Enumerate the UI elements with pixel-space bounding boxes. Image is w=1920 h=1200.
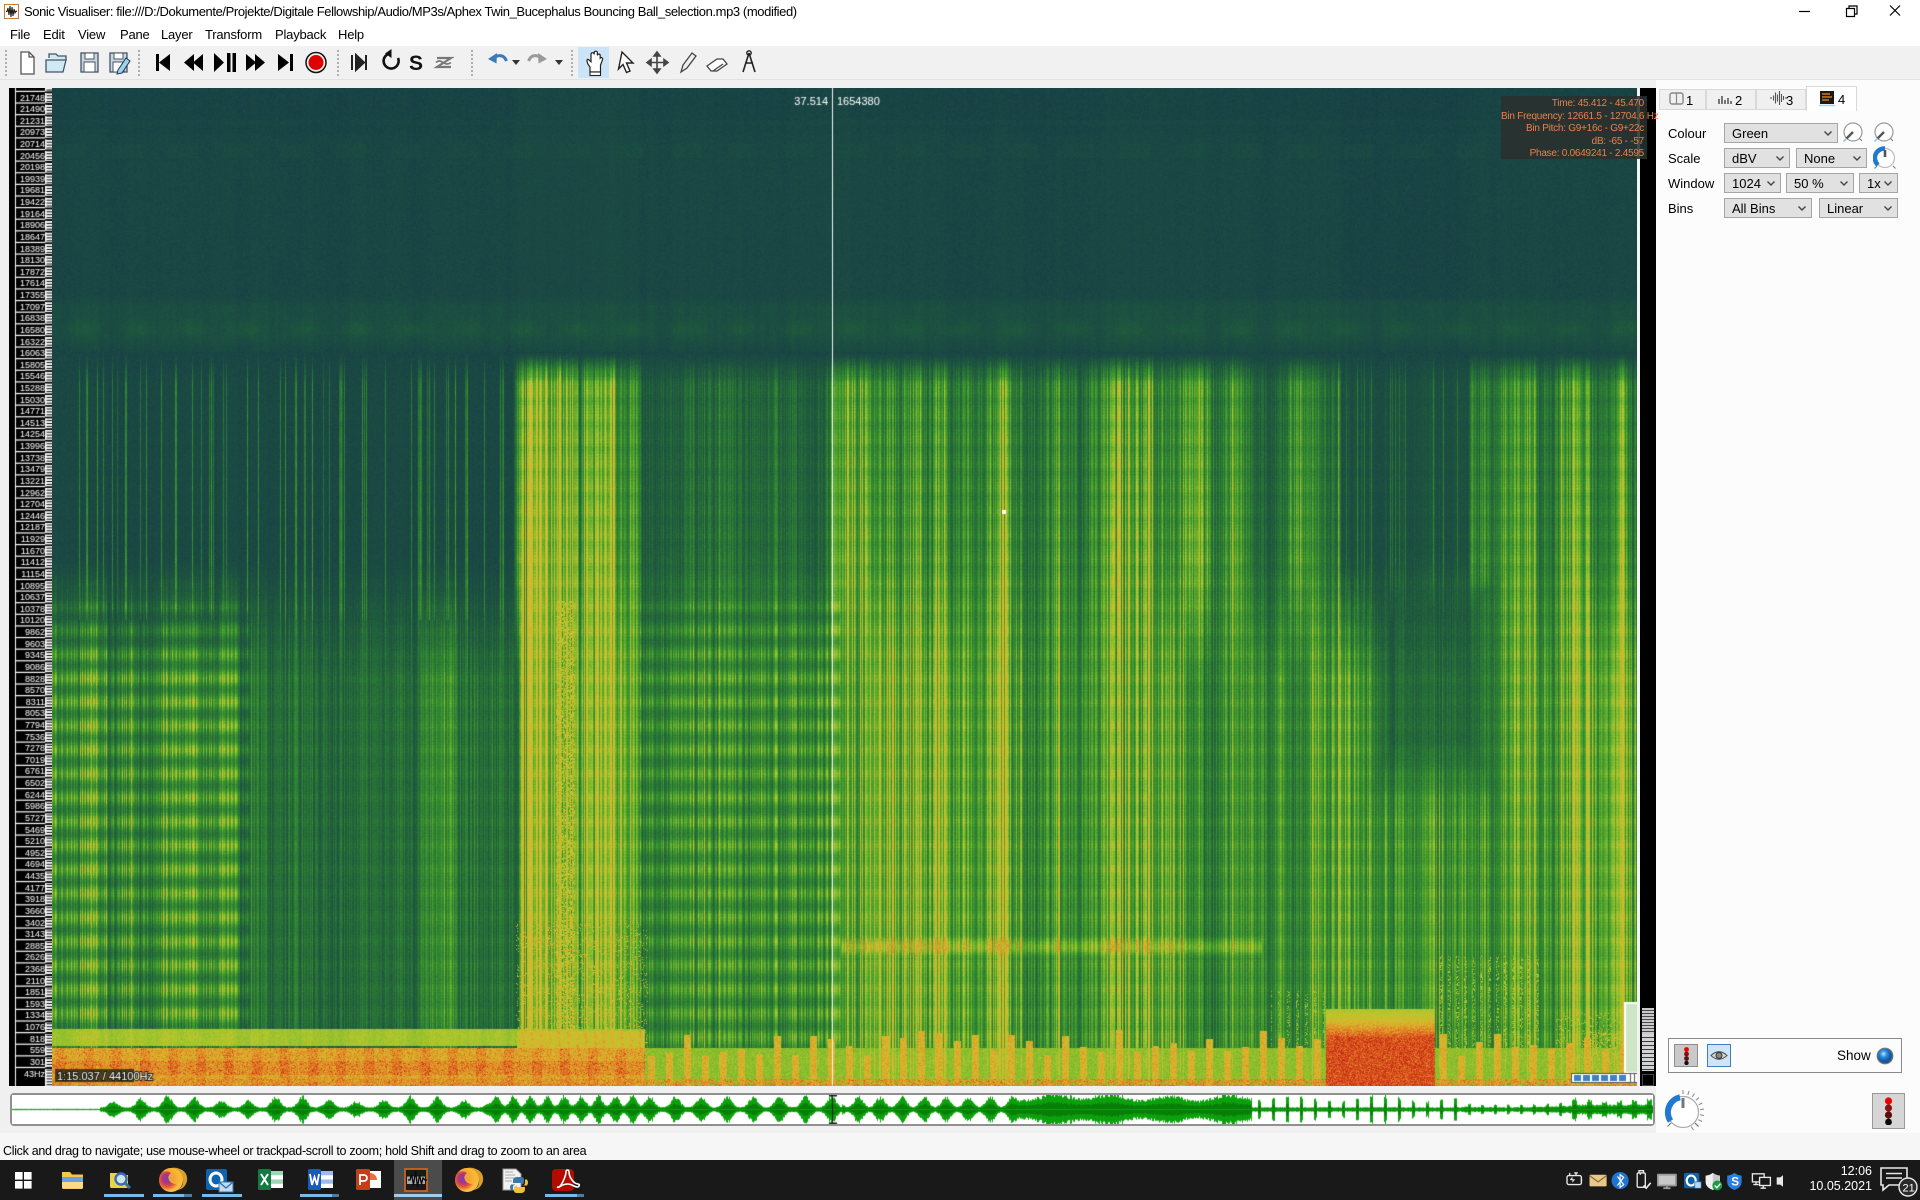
- svg-text:S: S: [409, 52, 423, 75]
- svg-text:21: 21: [1903, 1183, 1915, 1195]
- svg-text:S: S: [1731, 1176, 1739, 1189]
